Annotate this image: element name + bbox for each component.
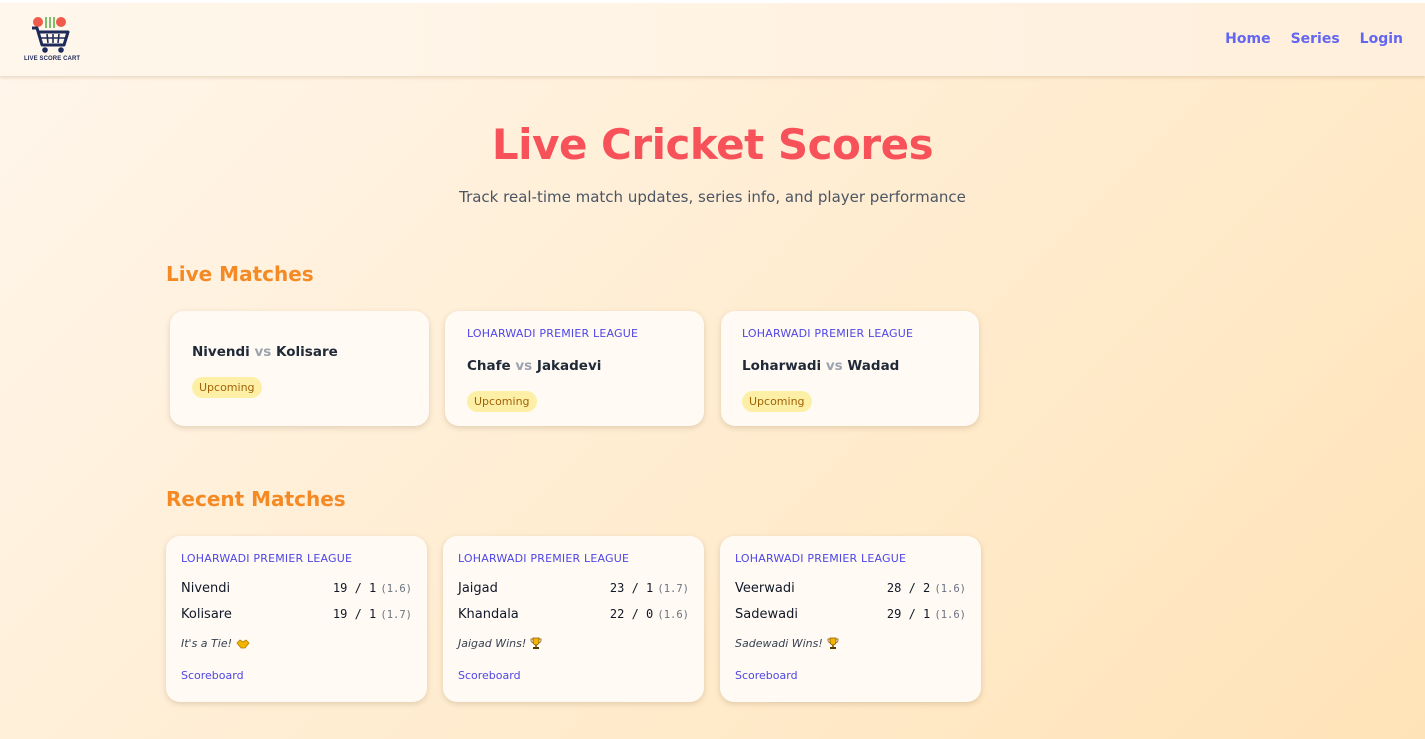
- team-name: Jaigad: [458, 581, 498, 596]
- match-teams: Chafe vs Jakadevi: [467, 358, 601, 374]
- score-value: 23 / 1: [609, 581, 654, 595]
- trophy-icon: [530, 637, 542, 649]
- scoreboard-link[interactable]: Scoreboard: [735, 669, 798, 682]
- score-value: 28 / 2: [886, 581, 931, 595]
- overs-value: (1.6): [657, 609, 689, 621]
- recent-match-card: LOHARWADI PREMIER LEAGUE Veerwadi 28 / 2…: [720, 536, 981, 702]
- league-label: LOHARWADI PREMIER LEAGUE: [181, 552, 353, 565]
- nav-login-link[interactable]: Login: [1360, 31, 1403, 47]
- overs-value: (1.7): [380, 609, 412, 621]
- result-text: Sadewadi Wins!: [735, 637, 823, 650]
- team-name: Kolisare: [276, 344, 338, 360]
- handshake-icon: [236, 638, 250, 648]
- team-name: Sadewadi: [735, 607, 798, 622]
- team-name: Khandala: [458, 607, 519, 622]
- match-result: Jaigad Wins!: [458, 637, 542, 650]
- match-result: It's a Tie!: [181, 637, 250, 650]
- team-score-row: Khandala 22 / 0 (1.6): [458, 607, 689, 622]
- score-value: 29 / 1: [886, 607, 931, 621]
- vs-label: vs: [825, 358, 843, 374]
- match-teams: Nivendi vs Kolisare: [192, 344, 338, 360]
- score-value: 22 / 0: [609, 607, 654, 621]
- live-match-card[interactable]: LOHARWADI PREMIER LEAGUE Loharwadi vs Wa…: [721, 311, 979, 426]
- team-score-row: Jaigad 23 / 1 (1.7): [458, 581, 689, 596]
- league-label: LOHARWADI PREMIER LEAGUE: [735, 552, 907, 565]
- team-name: Wadad: [847, 358, 900, 374]
- score-value: 19 / 1: [332, 581, 377, 595]
- scoreboard-link[interactable]: Scoreboard: [458, 669, 521, 682]
- overs-value: (1.6): [934, 583, 966, 595]
- match-teams: Loharwadi vs Wadad: [742, 358, 899, 374]
- status-badge: Upcoming: [467, 391, 537, 412]
- team-name: Nivendi: [181, 581, 231, 596]
- page-subtitle: Track real-time match updates, series in…: [459, 188, 966, 206]
- overs-value: (1.7): [657, 583, 689, 595]
- league-label: LOHARWADI PREMIER LEAGUE: [458, 552, 630, 565]
- vs-label: vs: [254, 344, 272, 360]
- live-match-card[interactable]: LOHARWADI PREMIER LEAGUE Chafe vs Jakade…: [445, 311, 704, 426]
- live-match-card[interactable]: Nivendi vs Kolisare Upcoming: [170, 311, 429, 426]
- vs-label: vs: [515, 358, 533, 374]
- result-text: It's a Tie!: [181, 637, 232, 650]
- trophy-icon: [827, 637, 839, 649]
- team-score-row: Sadewadi 29 / 1 (1.6): [735, 607, 966, 622]
- logo-text: LIVE SCORE CART: [24, 56, 81, 62]
- team-name: Veerwadi: [735, 581, 795, 596]
- overs-value: (1.6): [380, 583, 412, 595]
- status-badge: Upcoming: [192, 377, 262, 398]
- league-label: LOHARWADI PREMIER LEAGUE: [742, 327, 914, 340]
- team-name: Kolisare: [181, 607, 232, 622]
- logo[interactable]: LIVE SCORE CART: [24, 15, 80, 67]
- team-name: Jakadevi: [536, 358, 602, 374]
- team-name: Nivendi: [192, 344, 250, 360]
- main-nav: Home Series Login: [1225, 31, 1403, 47]
- team-score-row: Nivendi 19 / 1 (1.6): [181, 581, 412, 596]
- cart-logo-icon: [32, 17, 70, 53]
- team-score-row: Kolisare 19 / 1 (1.7): [181, 607, 412, 622]
- score-value: 19 / 1: [332, 607, 377, 621]
- page-title: Live Cricket Scores: [491, 120, 934, 169]
- nav-series-link[interactable]: Series: [1291, 31, 1340, 47]
- team-name: Loharwadi: [742, 358, 822, 374]
- match-result: Sadewadi Wins!: [735, 637, 839, 650]
- team-score-row: Veerwadi 28 / 2 (1.6): [735, 581, 966, 596]
- team-name: Chafe: [467, 358, 511, 374]
- result-text: Jaigad Wins!: [458, 637, 527, 650]
- nav-home-link[interactable]: Home: [1225, 31, 1270, 47]
- navbar: LIVE SCORE CART Home Series Login: [0, 3, 1425, 76]
- recent-match-card: LOHARWADI PREMIER LEAGUE Jaigad 23 / 1 (…: [443, 536, 704, 702]
- recent-match-card: LOHARWADI PREMIER LEAGUE Nivendi 19 / 1 …: [166, 536, 427, 702]
- status-badge: Upcoming: [742, 391, 812, 412]
- league-label: LOHARWADI PREMIER LEAGUE: [467, 327, 639, 340]
- overs-value: (1.6): [934, 609, 966, 621]
- scoreboard-link[interactable]: Scoreboard: [181, 669, 244, 682]
- live-matches-heading: Live Matches: [166, 262, 314, 286]
- recent-matches-heading: Recent Matches: [166, 487, 346, 511]
